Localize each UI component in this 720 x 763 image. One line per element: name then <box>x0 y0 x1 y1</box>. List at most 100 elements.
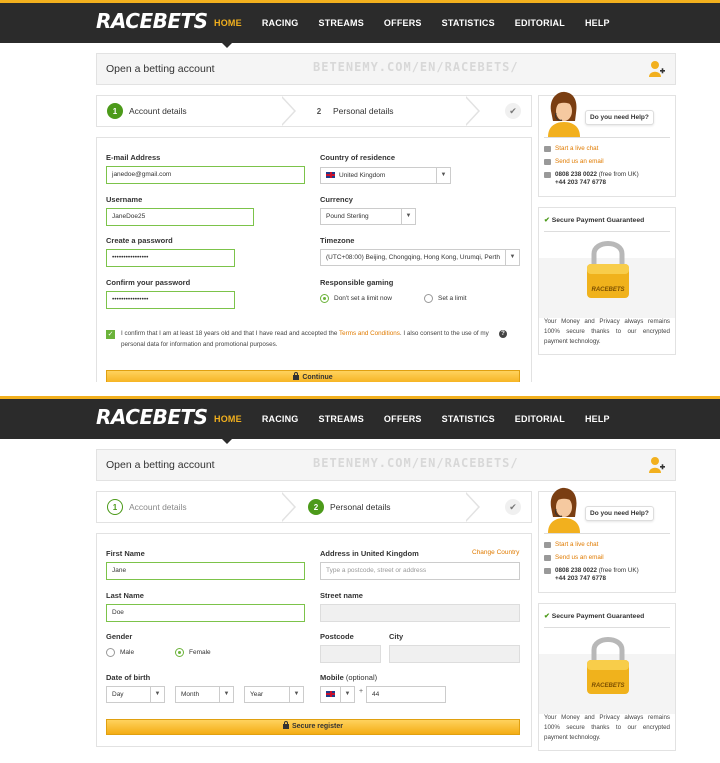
email-us-link[interactable]: Send us an email <box>544 554 604 561</box>
consent-text: I confirm that I am at least 18 years ol… <box>121 329 489 350</box>
email-input[interactable]: janedoe@gmail.com <box>106 166 305 184</box>
timezone-select[interactable]: (UTC+08:00) Beijing, Chongqing, Hong Kon… <box>320 249 520 266</box>
secure-title-text: Secure Payment Guaranteed <box>551 613 645 620</box>
step-done-check-icon: ✔ <box>505 499 521 515</box>
nav-help[interactable]: HELP <box>585 3 610 43</box>
email-us-label: Send us an email <box>555 158 604 165</box>
chevron-down-icon: ▼ <box>505 250 519 265</box>
mobile-country-select[interactable]: ▼ <box>320 686 355 703</box>
step-personal-details[interactable]: 2 Personal details <box>311 96 394 126</box>
mail-icon <box>544 555 551 561</box>
lock-icon <box>283 721 289 729</box>
step-done-check-icon: ✔ <box>505 103 521 119</box>
step1-number: 1 <box>107 499 123 515</box>
account-details-form: E-mail Address janedoe@gmail.com Usernam… <box>96 137 532 382</box>
radio-set-limit[interactable]: Set a limit <box>424 294 467 303</box>
postcode-input[interactable] <box>320 645 381 663</box>
dob-year-value: Year <box>250 691 264 698</box>
email-us-link[interactable]: Send us an email <box>544 158 604 165</box>
last-name-input[interactable]: Doe <box>106 604 305 622</box>
step-personal-details[interactable]: 2 Personal details <box>308 492 390 522</box>
city-input[interactable] <box>389 645 520 663</box>
nav-statistics[interactable]: STATISTICS <box>442 399 495 439</box>
phone-number-1: 0808 238 0022 <box>555 567 598 574</box>
step2-number: 2 <box>316 106 322 116</box>
radio-female[interactable]: Female <box>175 648 211 657</box>
uk-flag-icon <box>326 172 335 178</box>
phone-note: (free from UK) <box>598 171 639 178</box>
help-question-icon[interactable]: ? <box>499 330 507 338</box>
nav-editorial[interactable]: EDITORIAL <box>515 399 565 439</box>
consent-checkbox[interactable]: ✓ <box>106 330 115 339</box>
secure-payment-title: ✔ Secure Payment Guaranteed <box>544 216 644 224</box>
chevron-down-icon: ▼ <box>401 209 415 224</box>
chevron-down-icon: ▼ <box>289 687 303 702</box>
nav-statistics[interactable]: STATISTICS <box>442 3 495 43</box>
nav-active-caret <box>222 439 232 444</box>
add-user-icon <box>649 61 665 77</box>
step1-number: 1 <box>107 103 123 119</box>
radio-set-limit-label: Set a limit <box>438 295 467 302</box>
address-search-input[interactable]: Type a postcode, street or address <box>320 562 520 580</box>
continue-button[interactable]: Continue <box>106 370 520 382</box>
street-input[interactable] <box>320 604 520 622</box>
nav-home[interactable]: HOME <box>214 3 242 43</box>
phone-info: 0808 238 0022 (free from UK) +44 203 747 … <box>544 567 639 583</box>
radio-no-limit[interactable]: Don't set a limit now <box>320 294 392 303</box>
mobile-input[interactable]: 44 <box>366 686 446 703</box>
nav-streams[interactable]: STREAMS <box>319 3 364 43</box>
radio-dot <box>424 294 433 303</box>
gender-label: Gender <box>106 632 133 641</box>
step-divider <box>281 96 296 126</box>
nav-home[interactable]: HOME <box>214 399 242 439</box>
live-chat-link[interactable]: Start a live chat <box>544 541 598 548</box>
password-input[interactable]: •••••••••••••••• <box>106 249 235 267</box>
nav-active-caret <box>222 43 232 48</box>
signup-steps: 1 Account details 2 Personal details ✔ <box>96 491 532 523</box>
address-label: Address in United Kingdom <box>320 549 419 558</box>
dob-day-select[interactable]: Day ▼ <box>106 686 165 703</box>
step2-label: Personal details <box>330 502 391 512</box>
currency-label: Currency <box>320 195 353 204</box>
confirm-password-input[interactable]: •••••••••••••••• <box>106 291 235 309</box>
first-name-input[interactable]: Jane <box>106 562 305 580</box>
step1-label: Account details <box>129 106 187 116</box>
radio-male[interactable]: Male <box>106 648 134 657</box>
nav-racing[interactable]: RACING <box>262 399 299 439</box>
nav-streams[interactable]: STREAMS <box>319 399 364 439</box>
nav-offers[interactable]: OFFERS <box>384 399 422 439</box>
screen-account-details: RACEBETS HOME RACING STREAMS OFFERS STAT… <box>0 0 720 382</box>
divider <box>544 533 670 534</box>
step-divider <box>281 492 296 522</box>
lock-logo-text: RACEBETS <box>591 287 625 293</box>
radio-male-label: Male <box>120 649 135 656</box>
nav-editorial[interactable]: EDITORIAL <box>515 3 565 43</box>
country-value: United Kingdom <box>339 172 386 179</box>
mobile-plus: + <box>359 688 364 695</box>
step-divider <box>465 492 480 522</box>
lock-logo-text: RACEBETS <box>591 683 625 689</box>
racebets-logo[interactable]: RACEBETS <box>96 405 208 429</box>
radio-dot <box>320 294 329 303</box>
divider <box>544 137 670 138</box>
secure-title-text: Secure Payment Guaranteed <box>551 217 645 224</box>
nav-racing[interactable]: RACING <box>262 3 299 43</box>
racebets-logo[interactable]: RACEBETS <box>96 9 208 33</box>
step-account-details[interactable]: 1 Account details <box>107 492 187 522</box>
step-account-details[interactable]: 1 Account details <box>107 96 187 126</box>
change-country-link[interactable]: Change Country <box>472 549 519 556</box>
currency-select[interactable]: Pound Sterling ▼ <box>320 208 416 225</box>
terms-link[interactable]: Terms and Conditions <box>339 330 400 337</box>
phone-info: 0808 238 0022 (free from UK) +44 203 747 … <box>544 171 639 187</box>
last-name-label: Last Name <box>106 591 144 600</box>
nav-help[interactable]: HELP <box>585 399 610 439</box>
username-input[interactable]: JaneDoe25 <box>106 208 254 226</box>
dob-year-select[interactable]: Year ▼ <box>244 686 304 703</box>
nav-offers[interactable]: OFFERS <box>384 3 422 43</box>
secure-register-button[interactable]: Secure register <box>106 719 520 735</box>
country-select[interactable]: United Kingdom ▼ <box>320 167 451 184</box>
mobile-label-text: Mobile <box>320 673 344 682</box>
help-box: Do you need Help? Start a live chat Send… <box>538 487 676 593</box>
dob-month-select[interactable]: Month ▼ <box>175 686 234 703</box>
live-chat-link[interactable]: Start a live chat <box>544 145 598 152</box>
